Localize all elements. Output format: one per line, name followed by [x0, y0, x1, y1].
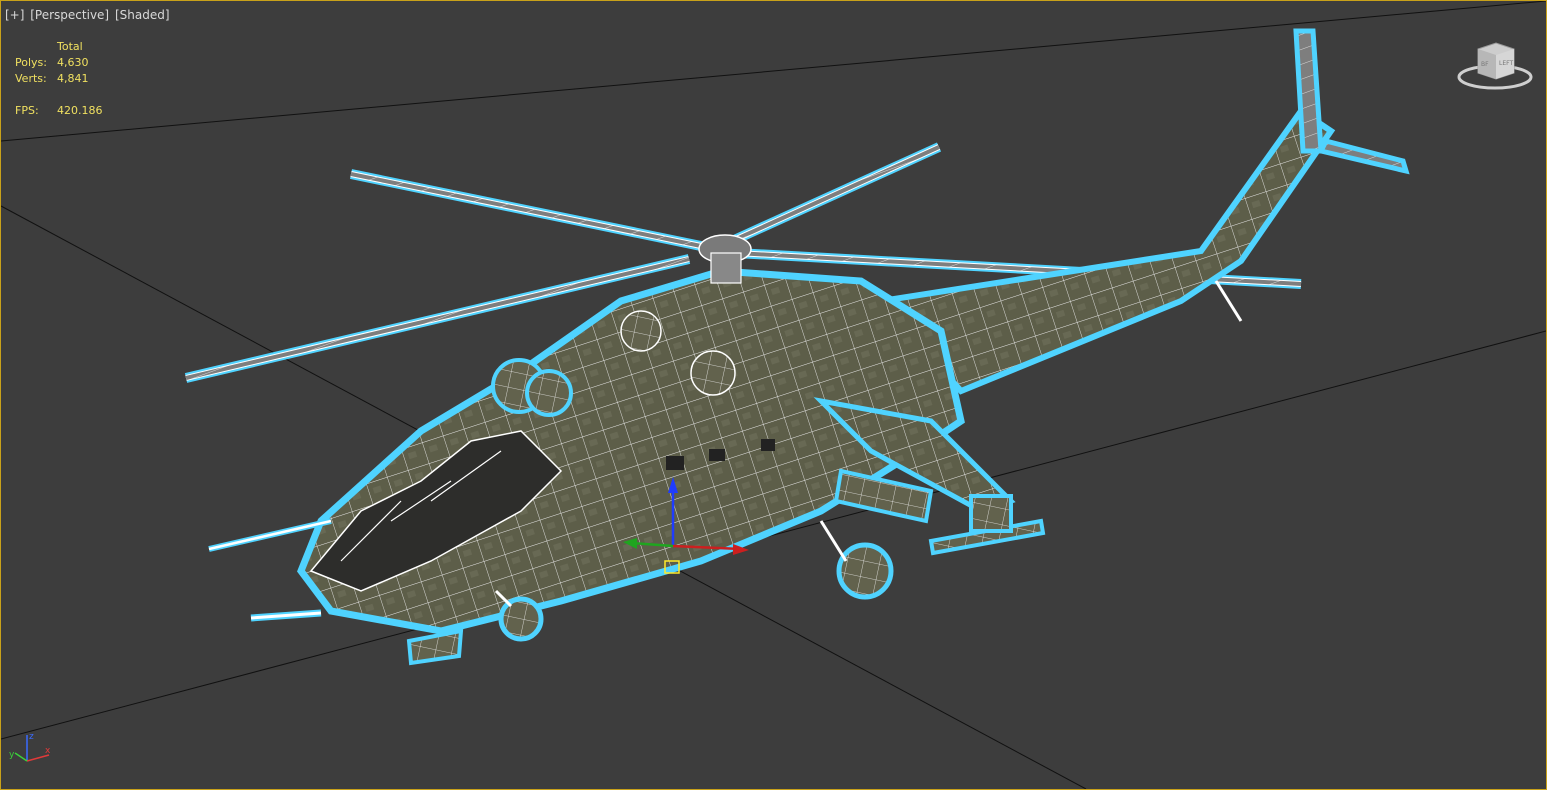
fps-value: 420.186 — [57, 104, 103, 117]
viewport-plus-menu[interactable]: [+] — [5, 8, 24, 22]
viewcube-face-left: LEFT — [1499, 60, 1513, 67]
viewport-view-menu[interactable]: [Perspective] — [30, 8, 109, 22]
viewcube-face-bf: BF — [1481, 61, 1489, 68]
axis-tripod-icon: x y z — [9, 732, 51, 762]
viewcube-icon[interactable]: BF LEFT — [1456, 39, 1534, 95]
viewport-shading-menu[interactable]: [Shaded] — [115, 8, 170, 22]
fuselage — [208, 267, 1046, 666]
verts-value: 4,841 — [57, 72, 89, 85]
perspective-viewport[interactable]: [+] [Perspective] [Shaded] Total Polys: … — [0, 0, 1547, 790]
polys-value: 4,630 — [57, 56, 89, 69]
tail-boom — [875, 28, 1410, 395]
viewport-label-menu: [+] [Perspective] [Shaded] — [5, 8, 170, 22]
polys-label: Polys: — [15, 56, 47, 69]
stats-header: Total — [57, 40, 83, 53]
axis-x-label: x — [45, 746, 51, 756]
fps-label: FPS: — [15, 104, 39, 117]
axis-y-label: y — [9, 750, 15, 760]
viewport-scene[interactable] — [1, 1, 1546, 789]
verts-label: Verts: — [15, 72, 47, 85]
viewport-statistics: Total Polys: 4,630 Verts: 4,841 FPS: 420… — [15, 39, 103, 119]
axis-z-label: z — [29, 732, 34, 742]
